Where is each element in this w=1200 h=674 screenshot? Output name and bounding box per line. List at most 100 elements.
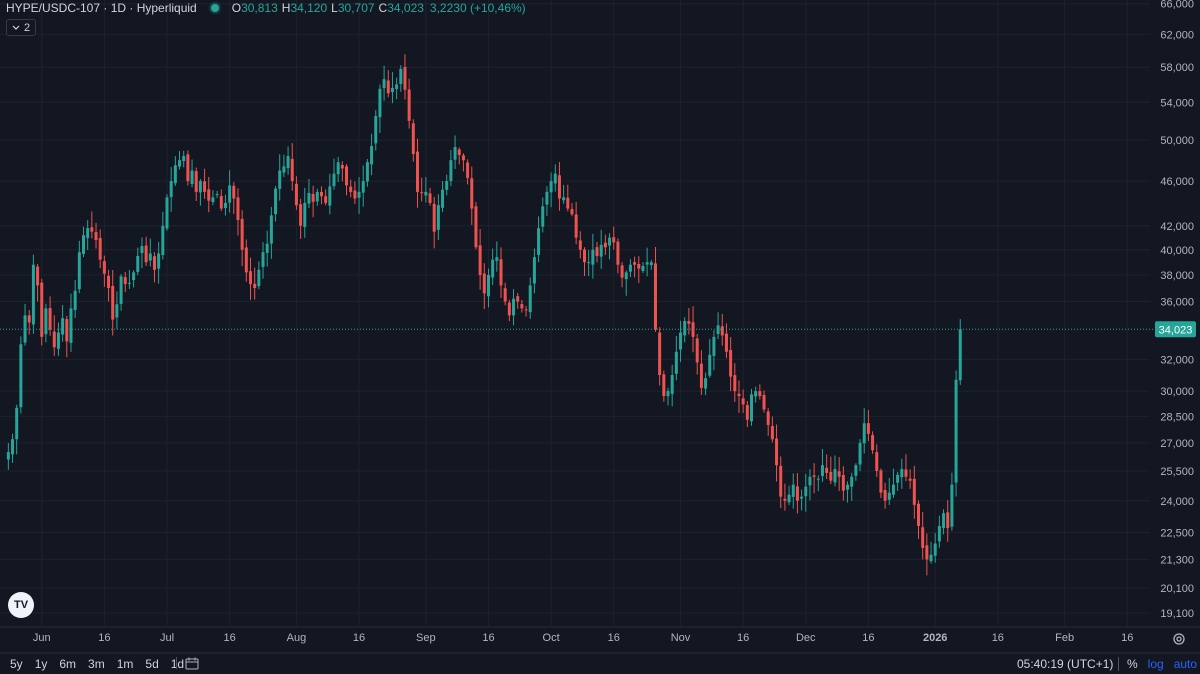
- candle-body: [336, 162, 340, 175]
- candle-body: [495, 257, 499, 261]
- candle-body: [862, 423, 866, 444]
- candle-body: [424, 191, 428, 196]
- last-price-line: 34,023: [0, 321, 1196, 338]
- candle-body: [40, 282, 44, 337]
- candle-body: [670, 375, 674, 394]
- candle-body: [345, 166, 349, 186]
- candle-body: [808, 476, 812, 486]
- range-3m-button[interactable]: 3m: [88, 657, 105, 671]
- y-tick-label: 19,100: [1160, 608, 1194, 620]
- y-tick-label: 54,000: [1160, 97, 1194, 109]
- low-value: 30,707: [337, 1, 375, 15]
- y-tick-label: 58,000: [1160, 62, 1194, 74]
- range-6m-button[interactable]: 6m: [59, 657, 76, 671]
- candle-body: [883, 490, 887, 501]
- candle-body: [119, 276, 123, 304]
- candle-body: [608, 237, 612, 246]
- candle-body: [140, 246, 144, 254]
- candle-body: [833, 469, 837, 483]
- price-chart[interactable]: 34,023 66,000 62,000 58,000 54,000 50,000 46,…: [0, 0, 1200, 674]
- candle-body: [349, 186, 353, 192]
- close-value: 34,023: [387, 1, 424, 15]
- candle-body: [223, 202, 227, 208]
- x-tick-label: Jun: [33, 632, 51, 644]
- candle-body: [303, 202, 307, 227]
- x-tick-label: 16: [353, 632, 365, 644]
- log-scale-button[interactable]: log: [1148, 657, 1164, 671]
- range-5y-button[interactable]: 5y: [10, 657, 23, 671]
- candle-body: [628, 264, 632, 272]
- candle-body: [370, 146, 374, 165]
- candle-body: [904, 469, 908, 477]
- candle-body: [712, 336, 716, 356]
- candle-body: [557, 175, 561, 199]
- candle-body: [499, 259, 503, 286]
- candle-body: [599, 244, 603, 257]
- tradingview-logo-icon[interactable]: TV: [8, 592, 34, 618]
- candle-body: [795, 486, 799, 501]
- candle-body: [407, 89, 411, 121]
- y-tick-label: 25,500: [1160, 466, 1194, 478]
- percent-scale-button[interactable]: %: [1127, 657, 1138, 671]
- range-1y-button[interactable]: 1y: [35, 657, 48, 671]
- range-selector: 5y 1y 6m 3m 1m 5d 1d: [10, 657, 196, 671]
- range-5d-button[interactable]: 5d: [145, 657, 158, 671]
- candle-body: [428, 193, 432, 203]
- auto-scale-button[interactable]: auto: [1174, 657, 1197, 671]
- candle-body: [144, 245, 148, 263]
- candle-body: [800, 496, 804, 499]
- candle-body: [695, 338, 699, 363]
- candle-body: [587, 262, 591, 264]
- candle-body: [382, 79, 386, 89]
- scale-options: % log auto: [1118, 657, 1197, 671]
- candle-body: [290, 158, 294, 182]
- candle-body: [933, 543, 937, 556]
- candle-body: [474, 206, 478, 248]
- y-tick-label: 28,500: [1160, 411, 1194, 423]
- candle-body: [624, 272, 628, 280]
- candle-body: [111, 285, 115, 320]
- candle-body: [36, 266, 40, 286]
- candle-body: [286, 156, 290, 169]
- x-tick-label: 16: [737, 632, 749, 644]
- candle-body: [532, 257, 536, 284]
- candle-body: [186, 154, 190, 182]
- candle-body: [482, 273, 486, 294]
- x-tick-label: 16: [1121, 632, 1133, 644]
- chart-settings-gear-icon[interactable]: [1172, 632, 1186, 646]
- candle-body: [486, 274, 490, 297]
- candle-body: [566, 197, 570, 209]
- symbol-title[interactable]: HYPE/USDC-107 · 1D · Hyperliquid: [6, 1, 197, 15]
- candle-body: [616, 241, 620, 265]
- candle-body: [324, 196, 328, 203]
- candle-body: [94, 232, 98, 241]
- candle-body: [503, 288, 507, 302]
- range-1m-button[interactable]: 1m: [117, 657, 134, 671]
- candle-body: [6, 452, 10, 460]
- candle-body: [841, 475, 845, 491]
- indicators-count: 2: [24, 21, 31, 34]
- candle-body: [390, 87, 394, 93]
- candle-body: [570, 209, 574, 215]
- candle-body: [98, 238, 102, 260]
- x-tick-label: 16: [224, 632, 236, 644]
- close-label: C: [378, 1, 388, 15]
- candle-body: [457, 149, 461, 156]
- candle-body: [165, 197, 169, 229]
- x-tick-label: Sep: [416, 632, 436, 644]
- y-tick-label: 30,000: [1160, 386, 1194, 398]
- candle-body: [445, 181, 449, 190]
- candle-body: [173, 165, 177, 184]
- goto-date-calendar-icon[interactable]: [176, 657, 199, 670]
- candle-body: [132, 272, 136, 281]
- candle-body: [516, 296, 520, 302]
- candle-body: [282, 166, 286, 173]
- candle-body: [595, 247, 599, 256]
- candle-body: [148, 253, 152, 261]
- candle-body: [699, 363, 703, 388]
- candle-body: [754, 391, 758, 397]
- candle-body: [56, 332, 60, 349]
- timezone-clock[interactable]: 05:40:19 (UTC+1): [1017, 657, 1113, 671]
- candle-body: [846, 484, 850, 490]
- indicators-toggle-button[interactable]: 2: [6, 19, 37, 36]
